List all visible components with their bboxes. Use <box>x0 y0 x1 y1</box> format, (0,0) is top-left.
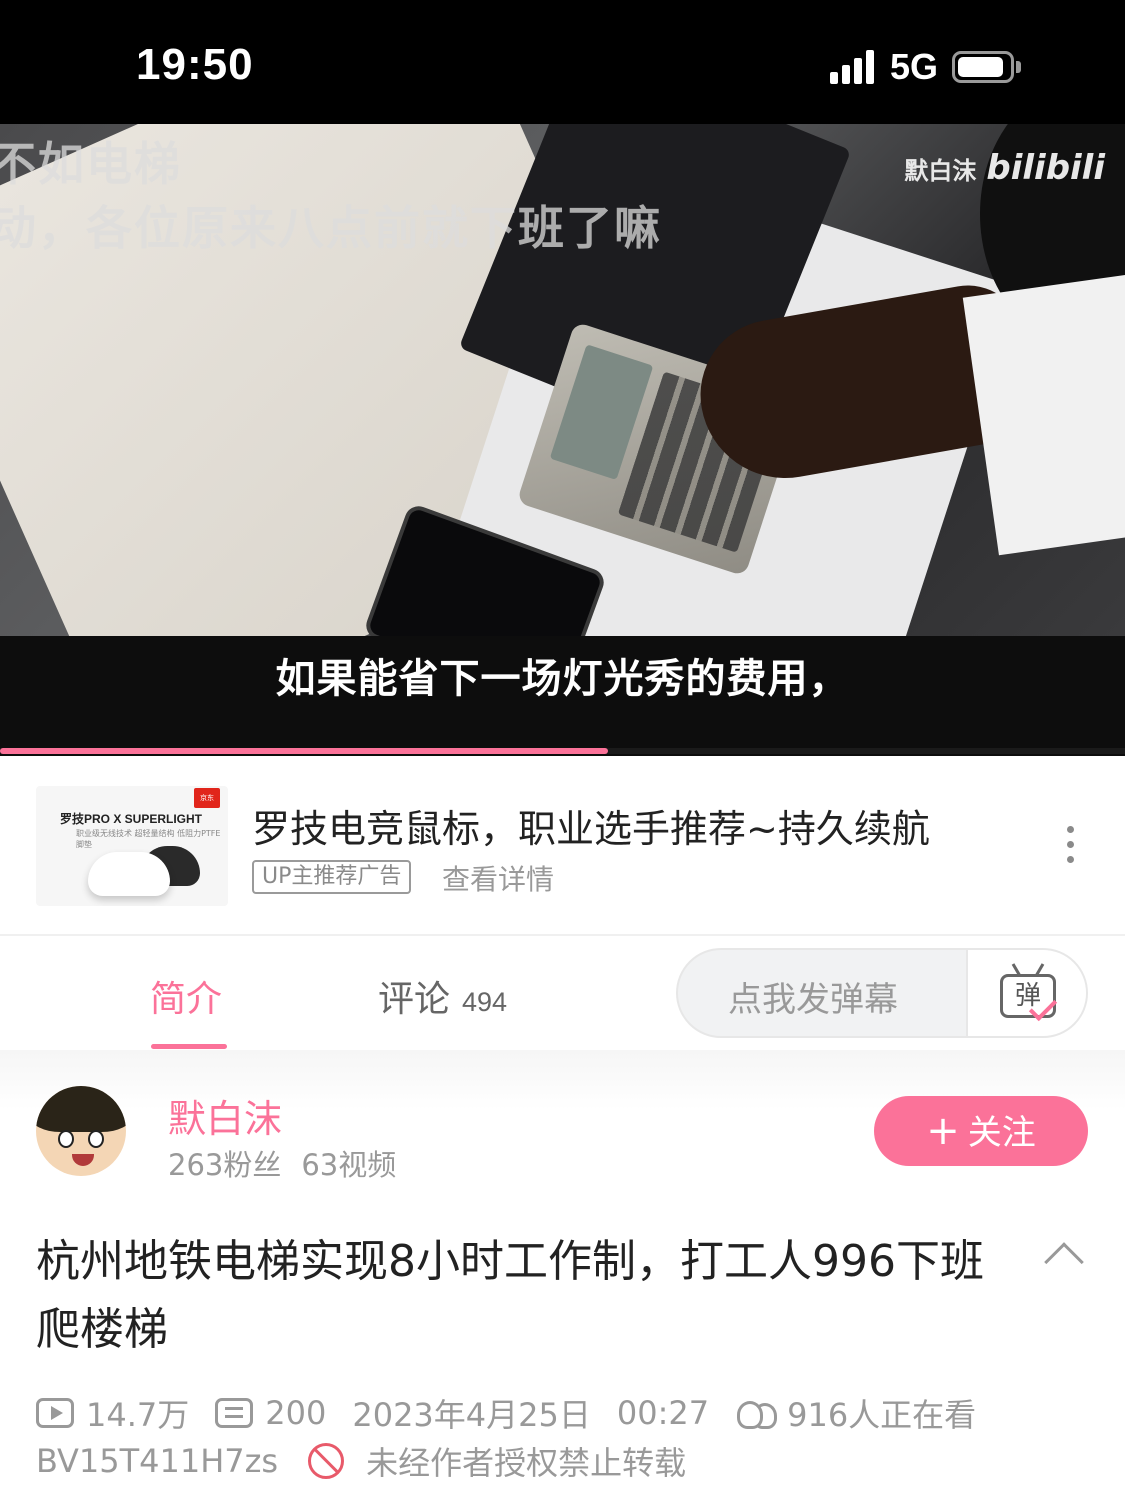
follow-label: 关注 <box>967 1113 1036 1153</box>
fans-count: 263粉丝 <box>168 1148 282 1182</box>
avatar[interactable] <box>36 1086 126 1176</box>
status-time: 19:50 <box>136 40 254 89</box>
bvid[interactable]: BV15T411H7zs <box>36 1442 278 1480</box>
publish-date: 2023年4月25日 <box>352 1396 591 1434</box>
watermark-author: 默白沫 <box>904 157 977 185</box>
video-meta-2: BV15T411H7zs 未经作者授权禁止转载 <box>36 1438 686 1484</box>
ad-thumbnail[interactable]: 京东 罗技PRO X SUPERLIGHT 职业级无线技术 超轻量结构 低阻力P… <box>36 786 228 906</box>
publish-time: 00:27 <box>616 1394 710 1432</box>
video-progress-bar[interactable] <box>0 748 1125 754</box>
tab-intro[interactable]: 简介 <box>150 970 222 1022</box>
watching-count: 916人正在看 <box>787 1396 977 1434</box>
plus-icon: + <box>926 1108 960 1154</box>
ad-title[interactable]: 罗技电竞鼠标，职业选手推荐~持久续航 <box>252 798 930 853</box>
video-overlay-text-2: 动，各位原来八点前就下班了嘛 <box>0 201 662 255</box>
tab-bar: 简介 评论 494 点我发弹幕 弹 <box>0 936 1125 1050</box>
follow-button[interactable]: + 关注 <box>874 1096 1088 1166</box>
mouse-image-white <box>88 852 170 896</box>
ad-banner[interactable]: 京东 罗技PRO X SUPERLIGHT 职业级无线技术 超轻量结构 低阻力P… <box>0 756 1125 936</box>
copyright-notice: 未经作者授权禁止转载 <box>366 1444 687 1482</box>
tab-comments[interactable]: 评论 494 <box>378 970 507 1022</box>
video-meta: 14.7万 200 2023年4月25日 00:27 916人正在看 <box>36 1390 976 1436</box>
video-watermark: 默白沫 bilibili <box>904 148 1105 188</box>
more-options-icon[interactable] <box>1052 826 1088 870</box>
active-tab-indicator <box>151 1044 227 1049</box>
status-bar: 19:50 5G <box>0 0 1125 124</box>
video-intro-panel: 默白沫 263粉丝 63视频 + 关注 杭州地铁电梯实现8小时工作制，打工人996下… <box>0 1050 1125 1494</box>
ad-tag: UP主推荐广告 <box>252 860 412 894</box>
danmaku-count-icon <box>215 1398 254 1428</box>
view-count: 14.7万 <box>86 1396 190 1434</box>
ad-thumb-brand: 罗技PRO X SUPERLIGHT <box>60 812 203 826</box>
chevron-up-icon[interactable] <box>1044 1242 1084 1282</box>
danmaku-count: 200 <box>265 1394 327 1432</box>
ad-detail-link[interactable]: 查看详情 <box>442 858 554 898</box>
battery-icon <box>952 51 1014 83</box>
tab-comments-label: 评论 <box>378 979 451 1020</box>
bilibili-logo: bilibili <box>986 148 1105 188</box>
danmaku-input-box[interactable]: 点我发弹幕 弹 <box>676 948 1088 1038</box>
video-progress-fill <box>0 748 608 754</box>
video-subtitle: 如果能省下一场灯光秀的费用， <box>275 656 850 702</box>
scene-sleeve <box>962 272 1125 556</box>
comments-count: 494 <box>462 987 508 1017</box>
video-title: 杭州地铁电梯实现8小时工作制，打工人996下班爬楼梯 <box>36 1236 984 1355</box>
video-count: 63视频 <box>301 1148 397 1182</box>
video-frame: 不如电梯 动，各位原来八点前就下班了嘛 默白沫 bilibili <box>0 124 1125 636</box>
battery-cap <box>1016 61 1021 73</box>
ad-thumb-sub: 职业级无线技术 超轻量结构 低阻力PTFE脚垫 <box>76 829 221 849</box>
play-count-icon <box>36 1398 74 1428</box>
video-overlay-text-1: 不如电梯 <box>0 137 182 191</box>
no-repost-icon <box>308 1443 345 1479</box>
video-player[interactable]: 不如电梯 动，各位原来八点前就下班了嘛 默白沫 bilibili 如果能省下一场灯… <box>0 124 1125 756</box>
danmaku-input[interactable]: 点我发弹幕 <box>728 972 898 1021</box>
viewers-icon <box>735 1397 778 1429</box>
uploader-name[interactable]: 默白沫 <box>168 1088 282 1143</box>
danmaku-toggle-button[interactable]: 弹 <box>966 950 1086 1036</box>
uploader-stats: 263粉丝 63视频 <box>168 1142 396 1184</box>
network-type: 5G <box>890 46 939 87</box>
signal-icon <box>830 50 874 84</box>
jd-logo: 京东 <box>194 788 220 808</box>
